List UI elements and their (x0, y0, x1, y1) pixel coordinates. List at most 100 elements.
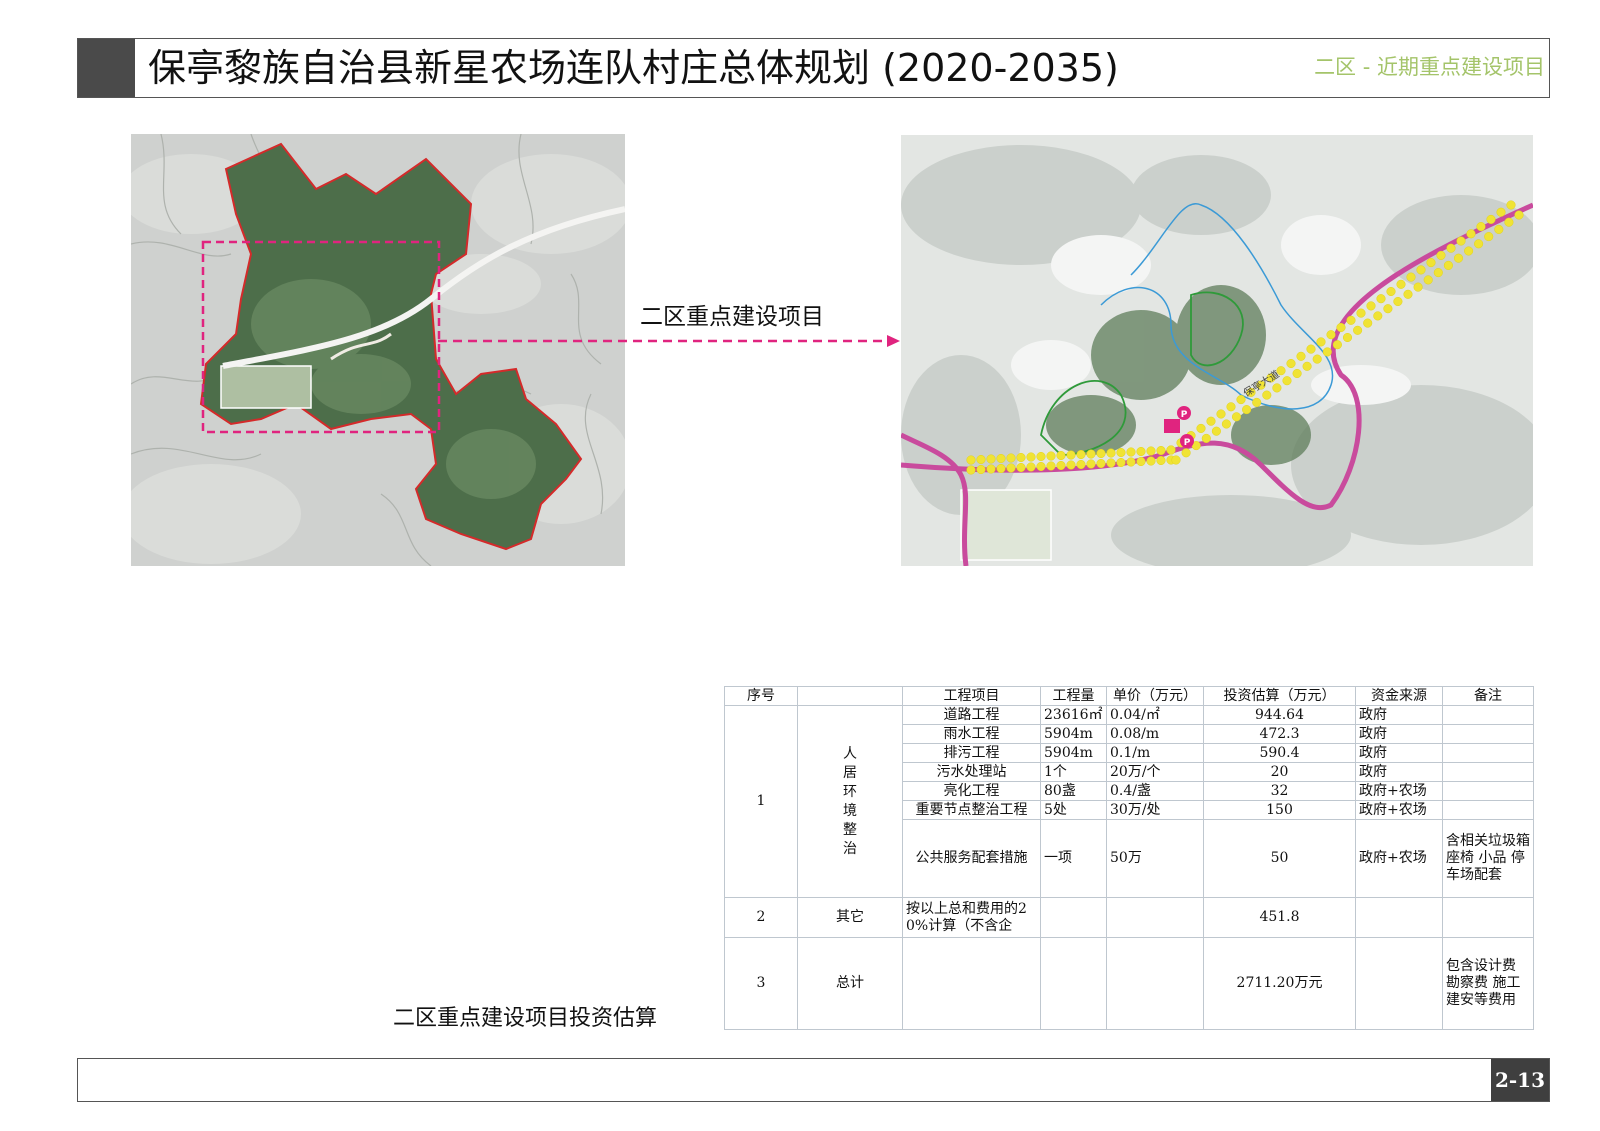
table-row: 3 总计 2711.20万元 包含设计费 勘察费 施工建安等费用 (724, 937, 1534, 1030)
node-dot (1236, 395, 1246, 405)
item-cell: 道路工程 (902, 705, 1041, 725)
table-header: 投资估算（万元） (1203, 686, 1356, 706)
qty-cell (1040, 937, 1107, 1030)
node-dot (1496, 207, 1506, 217)
node-dot (1376, 294, 1386, 304)
note-cell (1442, 705, 1534, 725)
node-dot (1036, 451, 1046, 462)
node-dot (1272, 383, 1282, 393)
node-dot (1322, 347, 1332, 357)
invest-cell: 451.8 (1203, 897, 1356, 938)
node-dot (1416, 265, 1426, 275)
qty-cell: 5处 (1040, 800, 1107, 820)
item-cell (902, 937, 1041, 1030)
node-dot (1036, 461, 1046, 472)
node-dot (996, 463, 1006, 474)
table-header: 备注 (1442, 686, 1534, 706)
node-dot (1474, 239, 1484, 249)
invest-cell: 2711.20万元 (1203, 937, 1356, 1030)
node-dot (986, 454, 996, 464)
node-dot (986, 464, 996, 474)
table-header: 序号 (724, 686, 798, 706)
node-dot (1446, 243, 1456, 253)
qty-cell: 一项 (1040, 819, 1107, 898)
node-dot (1226, 402, 1236, 412)
node-dot (1296, 351, 1306, 361)
note-cell: 含相关垃圾箱 座椅 小品 停车场配套 (1442, 819, 1534, 898)
node-dot (1221, 419, 1231, 429)
node-dot (1476, 222, 1486, 232)
source-cell: 政府 (1355, 724, 1443, 744)
qty-cell: 5904m (1040, 743, 1107, 763)
category-cell: 人居环境整治 (797, 705, 903, 898)
qty-cell: 5904m (1040, 724, 1107, 744)
node-dot (966, 455, 976, 465)
node-dot (1312, 354, 1322, 364)
price-cell (1106, 897, 1204, 938)
node-dot (1206, 416, 1216, 426)
investment-table: 序号 工程项目 工程量 单价（万元） 投资估算（万元） 资金来源 备注 1 人居… (724, 686, 1534, 1030)
qty-cell (1040, 897, 1107, 938)
node-dot (1453, 253, 1464, 263)
node-dot (1211, 426, 1221, 436)
price-cell (1106, 937, 1204, 1030)
detail-map: 保亭大道 P P (901, 135, 1533, 566)
node-dot (1016, 452, 1026, 463)
invest-cell: 20 (1203, 762, 1356, 782)
node-dot (1196, 423, 1206, 433)
node-dot (1126, 457, 1136, 467)
node-dot (1262, 390, 1272, 400)
item-cell: 污水处理站 (902, 762, 1041, 782)
table-header-row: 序号 工程项目 工程量 单价（万元） 投资估算（万元） 资金来源 备注 (724, 686, 1534, 706)
callout-arrow (438, 335, 900, 347)
row-number: 1 (724, 705, 798, 898)
node-dot (1413, 282, 1423, 292)
note-cell: 包含设计费 勘察费 施工建安等费用 (1442, 937, 1534, 1030)
node-dot (1282, 376, 1292, 386)
node-dot (1106, 448, 1116, 458)
node-dot (1056, 460, 1066, 471)
node-dot (1126, 447, 1136, 457)
table-header: 工程项目 (902, 686, 1041, 706)
node-dot (1433, 268, 1443, 278)
node-dot (1286, 358, 1296, 369)
node-dot (1156, 445, 1166, 456)
page-title: 保亭黎族自治县新星农场连队村庄总体规划 (2020-2035) (148, 46, 1119, 90)
node-dot (1242, 405, 1252, 415)
node-dot (1443, 260, 1453, 270)
note-cell (1442, 781, 1534, 801)
item-cell: 公共服务配套措施 (902, 819, 1041, 898)
table-header: 资金来源 (1355, 686, 1443, 706)
source-cell: 政府 (1355, 705, 1443, 725)
node-dot (1426, 258, 1436, 268)
node-dot (1086, 459, 1096, 469)
node-dot (1136, 456, 1146, 467)
node-dot (1016, 462, 1026, 473)
node-dot (1346, 315, 1356, 325)
node-dot (1046, 451, 1056, 461)
price-cell: 30万/处 (1106, 800, 1204, 820)
node-dot (1136, 446, 1146, 457)
table-caption: 二区重点建设项目投资估算 (393, 1006, 658, 1031)
header-accent-block (78, 39, 135, 97)
node-dot (1181, 448, 1191, 458)
node-dot (1166, 445, 1176, 455)
node-dot (1353, 325, 1363, 335)
node-dot (1506, 200, 1516, 210)
node-dot (1396, 279, 1406, 289)
node-dot (1116, 447, 1126, 458)
node-dot (1231, 412, 1242, 422)
node-dot (1306, 344, 1316, 354)
node-dot (1156, 455, 1166, 466)
source-cell (1355, 937, 1443, 1030)
node-dot (1066, 460, 1076, 470)
price-cell: 0.08/m (1106, 724, 1204, 744)
item-cell: 雨水工程 (902, 724, 1041, 744)
node-dot (976, 464, 986, 475)
node-dot (1464, 246, 1474, 256)
node-dot (1086, 449, 1096, 459)
row-number: 3 (724, 937, 798, 1030)
source-cell: 政府 (1355, 762, 1443, 782)
source-cell: 政府 (1355, 743, 1443, 763)
node-dot (1146, 446, 1156, 456)
